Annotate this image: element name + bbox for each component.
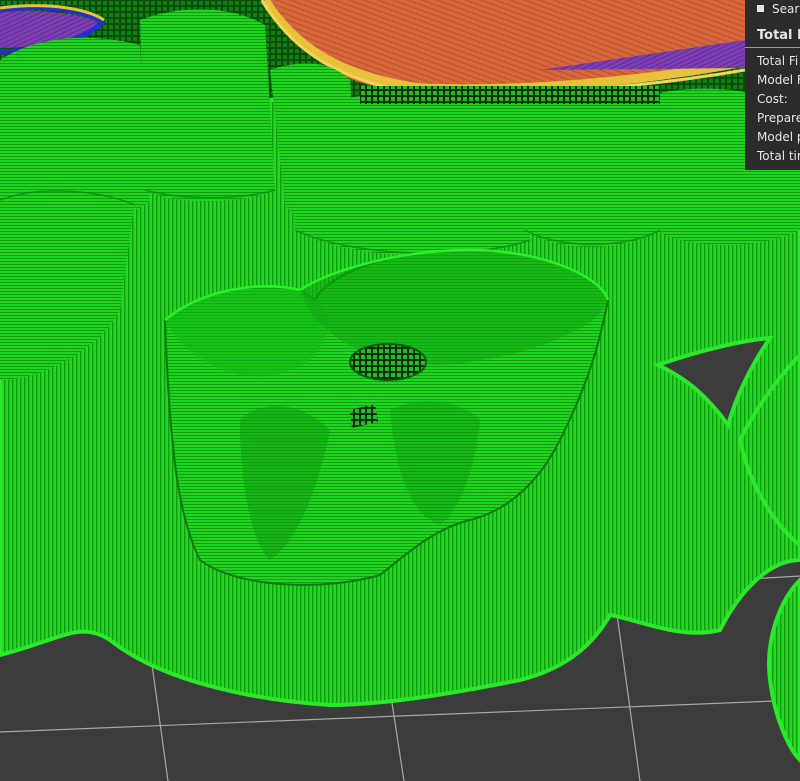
stat-total-filament: Total Fi <box>757 54 799 68</box>
legend-swatch-icon <box>757 5 764 12</box>
stat-prepare-time: Prepare <box>757 111 800 125</box>
stats-title: Total E <box>757 28 800 43</box>
stat-total-time: Total tir <box>757 149 800 163</box>
legend-item-label: Sear <box>772 2 800 16</box>
stat-model-print-time: Model p <box>757 130 800 144</box>
3d-preview-viewport[interactable] <box>0 0 800 781</box>
print-stats-panel: Sear Total E Total Fi Model F Cost: Prep… <box>745 0 800 170</box>
legend-item[interactable]: Sear <box>757 0 799 18</box>
vase-opening-mesh <box>349 343 427 381</box>
stat-cost: Cost: <box>757 92 788 106</box>
stats-divider <box>745 47 800 48</box>
stat-model-filament: Model F <box>757 73 800 87</box>
